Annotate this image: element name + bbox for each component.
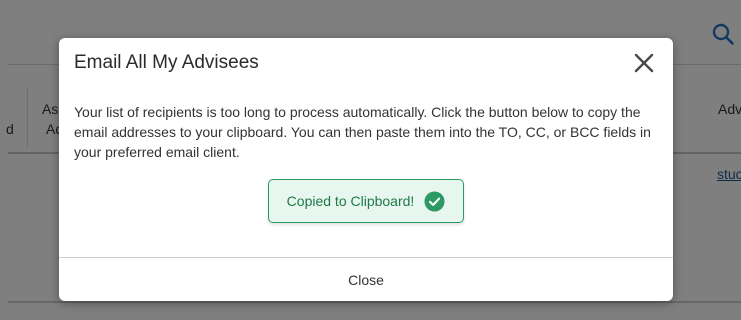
copy-to-clipboard-button[interactable]: Copied to Clipboard! bbox=[268, 179, 464, 223]
app-page: d As Ad Adv stuc Email All My Advisees Y… bbox=[0, 0, 741, 320]
dialog-title: Email All My Advisees bbox=[74, 52, 259, 73]
email-advisees-dialog: Email All My Advisees Your list of recip… bbox=[59, 38, 673, 301]
dialog-header: Email All My Advisees bbox=[59, 38, 673, 88]
dialog-close-button[interactable]: Close bbox=[59, 257, 673, 301]
close-icon[interactable] bbox=[632, 51, 656, 75]
close-button-label: Close bbox=[348, 271, 384, 288]
check-circle-icon bbox=[424, 190, 445, 212]
dialog-message: Your list of recipients is too long to p… bbox=[74, 104, 651, 160]
copy-button-label: Copied to Clipboard! bbox=[286, 193, 415, 209]
